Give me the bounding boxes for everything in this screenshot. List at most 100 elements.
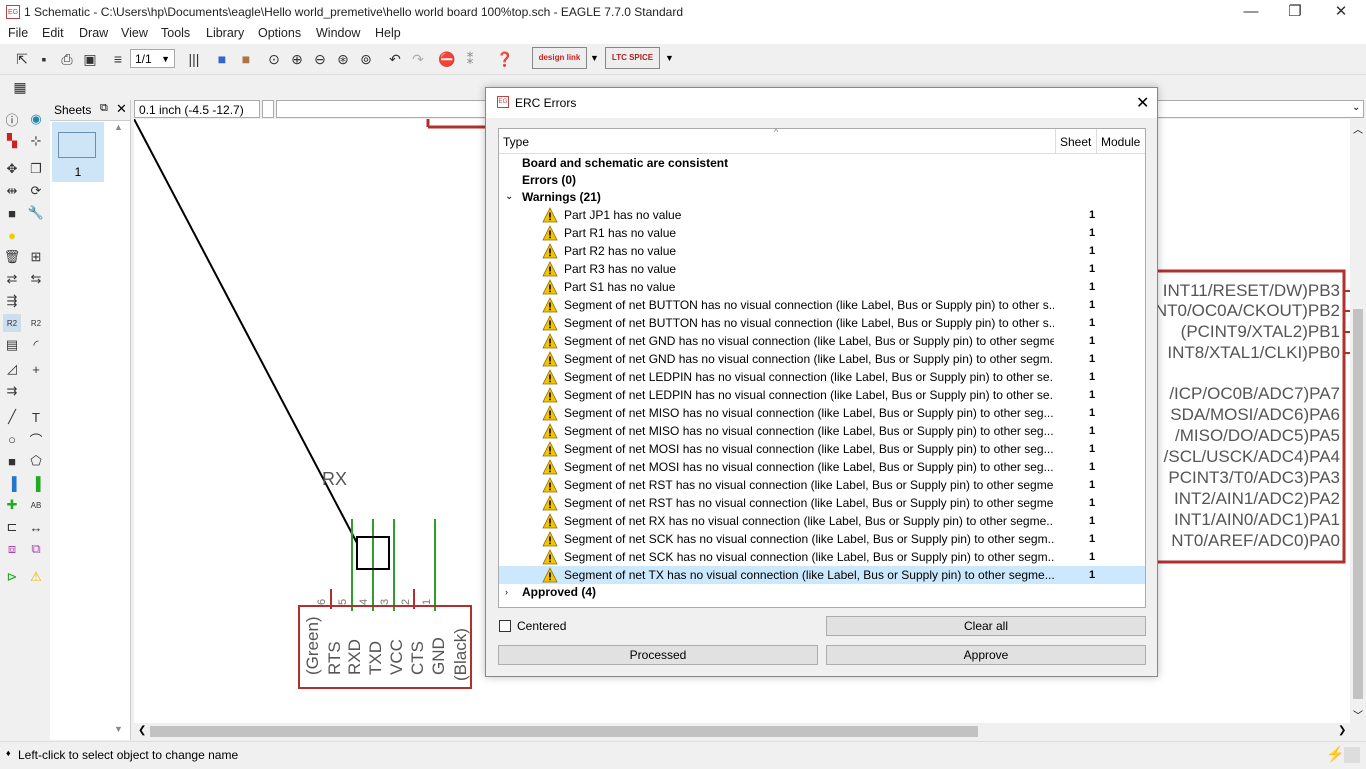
mirror-icon[interactable]: ⇹ — [3, 182, 21, 200]
info-icon[interactable]: ⓘ — [3, 110, 21, 128]
close-button[interactable]: ✕ — [1318, 0, 1364, 24]
processed-button[interactable]: Processed — [498, 645, 818, 665]
optimize-icon[interactable]: ⇉ — [3, 382, 21, 400]
menu-help[interactable]: Help — [375, 26, 401, 40]
zoom-select-icon[interactable]: ⊚ — [356, 49, 376, 69]
clear-all-button[interactable]: Clear all — [826, 616, 1146, 636]
warnings-row[interactable]: ⌄ Warnings (21) — [499, 188, 1145, 206]
chevron-down-icon[interactable]: ⌄ — [1352, 102, 1360, 113]
wire-icon[interactable]: ╱ — [3, 408, 21, 426]
net-icon[interactable]: ▐ — [27, 474, 45, 492]
open-icon[interactable]: ⇱ — [12, 49, 32, 69]
module-icon[interactable]: ⧈ — [3, 540, 21, 558]
centered-checkbox[interactable] — [499, 620, 511, 632]
move-icon[interactable]: ✥ — [3, 160, 21, 178]
menu-tools[interactable]: Tools — [161, 26, 190, 40]
close-icon[interactable]: ✕ — [1136, 93, 1149, 113]
warning-row[interactable]: Part S1 has no value 1 — [499, 278, 1145, 296]
warning-row[interactable]: Segment of net BUTTON has no visual conn… — [499, 314, 1145, 332]
warning-row[interactable]: Segment of net RST has no visual connect… — [499, 494, 1145, 512]
add-icon[interactable]: ⊞ — [27, 248, 45, 266]
designlink-button[interactable]: design link — [532, 47, 587, 69]
chevron-down-icon[interactable]: ⌄ — [505, 188, 513, 206]
bus-icon[interactable]: ▐ — [3, 474, 21, 492]
go-icon[interactable]: ⁑ — [460, 49, 480, 69]
circle-icon[interactable]: ○ — [3, 430, 21, 448]
save-icon[interactable]: ▪ — [34, 49, 54, 69]
invoke-icon[interactable]: + — [27, 360, 45, 378]
ulp-icon[interactable]: ||| — [184, 49, 204, 69]
restore-button[interactable]: ❐ — [1272, 0, 1318, 24]
menu-options[interactable]: Options — [258, 26, 301, 40]
chevron-down-icon[interactable]: ▼ — [114, 724, 123, 734]
warning-row[interactable]: Segment of net RST has no visual connect… — [499, 476, 1145, 494]
warning-row[interactable]: Segment of net SCK has no visual connect… — [499, 548, 1145, 566]
warning-row[interactable]: Segment of net MOSI has no visual connec… — [499, 440, 1145, 458]
rect-icon[interactable]: ■ — [3, 452, 21, 470]
errors-icon[interactable]: ⚠ — [27, 568, 45, 586]
paste-icon[interactable]: ● — [3, 226, 21, 244]
copy-icon[interactable]: ❐ — [27, 160, 45, 178]
redraw-icon[interactable]: ⊛ — [333, 49, 353, 69]
warning-row[interactable]: Segment of net MOSI has no visual connec… — [499, 458, 1145, 476]
warning-row[interactable]: Part R3 has no value 1 — [499, 260, 1145, 278]
show-icon[interactable]: ◉ — [27, 110, 45, 128]
erc-icon[interactable]: ⊳ — [3, 568, 21, 586]
menu-draw[interactable]: Draw — [79, 26, 108, 40]
cam-icon[interactable]: ▣ — [80, 49, 100, 69]
split-icon[interactable]: ◿ — [3, 360, 21, 378]
menu-edit[interactable]: Edit — [42, 26, 64, 40]
warning-row[interactable]: Part JP1 has no value 1 — [499, 206, 1145, 224]
delete-icon[interactable]: 🗑 — [3, 248, 21, 266]
zoom-fit-icon[interactable]: ⊙ — [264, 49, 284, 69]
warning-row[interactable]: Segment of net RX has no visual connecti… — [499, 512, 1145, 530]
grid-icon[interactable]: ▦ — [10, 77, 30, 97]
chevron-down-icon[interactable]: ▼ — [590, 53, 599, 63]
menu-view[interactable]: View — [121, 26, 148, 40]
sheets-scrollbar[interactable]: ▲ ▼ — [112, 122, 126, 736]
float-icon[interactable]: ⧉ — [100, 102, 108, 115]
consistency-row[interactable]: Board and schematic are consistent — [499, 154, 1145, 172]
print-icon[interactable]: ⎙ — [57, 49, 77, 69]
warning-row[interactable]: Segment of net TX has no visual connecti… — [499, 566, 1145, 584]
warning-row[interactable]: Part R2 has no value 1 — [499, 242, 1145, 260]
label-icon[interactable]: AB — [27, 496, 45, 514]
arc-icon[interactable]: ⌒ — [27, 430, 45, 448]
vertical-scrollbar[interactable]: ︿ ﹀ — [1350, 119, 1366, 723]
gateswap-icon[interactable]: ⇆ — [27, 270, 45, 288]
help-icon[interactable]: ❓ — [495, 49, 515, 69]
port-icon[interactable]: ⧉ — [27, 540, 45, 558]
chevron-right-icon[interactable]: › — [505, 583, 508, 601]
rotate-icon[interactable]: ⟳ — [27, 182, 45, 200]
smash-icon[interactable]: ▤ — [3, 336, 21, 354]
chevron-up-icon[interactable]: ︿ — [1353, 121, 1363, 136]
sheet-thumbnail[interactable]: 1 — [52, 122, 104, 182]
stop-icon[interactable]: ⛔ — [437, 49, 457, 69]
column-module[interactable]: Module — [1101, 135, 1140, 149]
name-icon[interactable]: R2 — [3, 314, 21, 332]
zoom-in-icon[interactable]: ⊕ — [287, 49, 307, 69]
change-icon[interactable]: 🔧 — [27, 204, 45, 222]
errors-row[interactable]: Errors (0) — [499, 171, 1145, 189]
menu-library[interactable]: Library — [206, 26, 244, 40]
warning-row[interactable]: Segment of net GND has no visual connect… — [499, 350, 1145, 368]
vscroll-thumb[interactable] — [1353, 309, 1363, 699]
attribute-icon[interactable]: ⊏ — [3, 518, 21, 536]
approve-button[interactable]: Approve — [826, 645, 1146, 665]
erc-tree-list[interactable]: Type ^ Sheet Module Board and schematic … — [498, 127, 1146, 608]
hscroll-thumb[interactable] — [150, 726, 978, 737]
value-icon[interactable]: R2 — [27, 314, 45, 332]
miter-icon[interactable]: ◜ — [27, 336, 45, 354]
schematic-icon[interactable]: ■ — [236, 49, 256, 69]
undo-icon[interactable]: ↶ — [385, 49, 405, 69]
dimension-icon[interactable]: ↔ — [27, 518, 45, 536]
warning-row[interactable]: Segment of net SCK has no visual connect… — [499, 530, 1145, 548]
warning-row[interactable]: Segment of net LEDPIN has no visual conn… — [499, 368, 1145, 386]
minimize-button[interactable]: — — [1228, 0, 1274, 24]
chevron-left-icon[interactable]: ❮ — [138, 725, 146, 736]
text-icon[interactable]: T — [27, 408, 45, 426]
display-icon[interactable]: ▚ — [3, 132, 21, 150]
replace-icon[interactable]: ⇶ — [3, 292, 21, 310]
pinswap-icon[interactable]: ⇄ — [3, 270, 21, 288]
horizontal-scrollbar[interactable]: ❮ ❯ — [134, 723, 1350, 740]
